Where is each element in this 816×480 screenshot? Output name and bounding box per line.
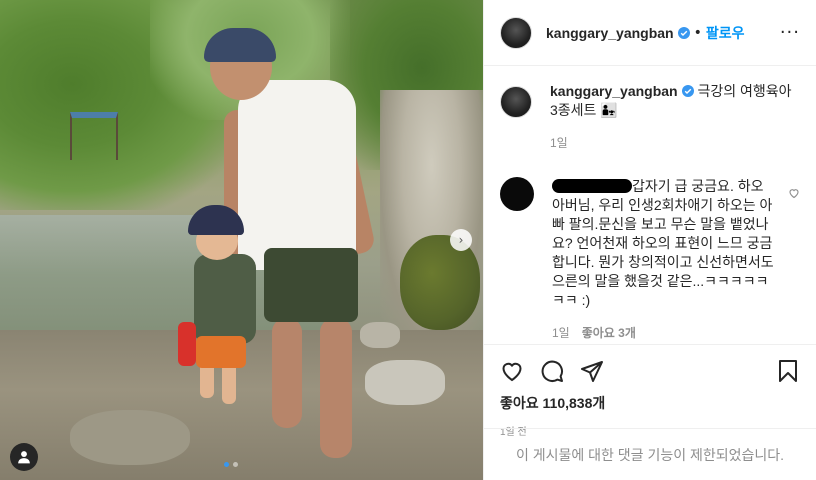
carousel-indicator (224, 462, 238, 467)
photo-man-leg (272, 318, 302, 428)
separator-dot: • (693, 24, 702, 41)
photo-stone (360, 322, 400, 348)
carousel-next-button[interactable]: › (450, 229, 472, 251)
user-tag-button[interactable] (10, 443, 38, 471)
share-icon[interactable] (580, 359, 604, 383)
caption-username[interactable]: kanggary_yangban (550, 83, 678, 99)
photo-child-shirt (194, 254, 256, 344)
user-tag-icon (18, 451, 30, 464)
photo-shelter (70, 112, 118, 160)
avatar[interactable] (500, 86, 532, 118)
comment-likes[interactable]: 좋아요 3개 (582, 324, 636, 341)
redacted-avatar (500, 177, 534, 211)
comment-icon[interactable] (540, 359, 564, 383)
post-header: kanggary_yangban • 팔로우 ··· (484, 0, 816, 66)
photo-water-bottle (178, 322, 196, 366)
caption-timestamp[interactable]: 1일 (550, 134, 568, 151)
photo-man-leg (320, 318, 352, 458)
avatar[interactable] (500, 16, 532, 49)
bookmark-icon[interactable] (776, 359, 800, 383)
photo-child-leg (222, 362, 236, 404)
carousel-dot (224, 462, 229, 467)
photo-man-tank-top (238, 80, 356, 270)
comments-list[interactable]: kanggary_yangban 극강의 여행육아 3종세트 👨‍👧 1일 갑자… (484, 66, 816, 344)
post-actions: 좋아요 110,838개 1일 전 (484, 344, 816, 438)
photo-stone (365, 360, 445, 405)
verified-badge-icon (681, 85, 694, 97)
comments-disabled-notice: 이 게시물에 대한 댓글 기능이 제한되었습니다. (484, 428, 816, 480)
photo-stone (70, 410, 190, 465)
post-side-panel: kanggary_yangban • 팔로우 ··· kanggary_yang… (483, 0, 816, 480)
like-count[interactable]: 좋아요 110,838개 (500, 393, 800, 413)
photo-mossy-rock (400, 235, 480, 330)
redacted-username (552, 179, 632, 193)
comment-like-button[interactable] (788, 187, 800, 199)
post-photo[interactable]: › (0, 0, 483, 480)
more-icon: ··· (779, 22, 800, 43)
photo-man-shorts (264, 248, 358, 322)
chevron-right-icon: › (458, 233, 464, 247)
carousel-dot (233, 462, 238, 467)
follow-button[interactable]: 팔로우 (706, 23, 745, 43)
comment-text: 갑자기 급 궁금요. 하오 아버님, 우리 인생2회차애기 하오는 아빠 팔의.… (552, 178, 774, 308)
more-options-button[interactable]: ··· (780, 22, 800, 43)
caption-entry: kanggary_yangban 극강의 여행육아 3종세트 👨‍👧 1일 (500, 82, 800, 151)
heart-icon[interactable] (500, 359, 524, 383)
comment-item: 갑자기 급 궁금요. 하오 아버님, 우리 인생2회차애기 하오는 아빠 팔의.… (500, 177, 800, 341)
verified-badge-icon (677, 26, 690, 39)
comment-timestamp[interactable]: 1일 (552, 324, 570, 341)
username-link[interactable]: kanggary_yangban (546, 25, 674, 41)
photo-child-shorts (196, 336, 246, 368)
